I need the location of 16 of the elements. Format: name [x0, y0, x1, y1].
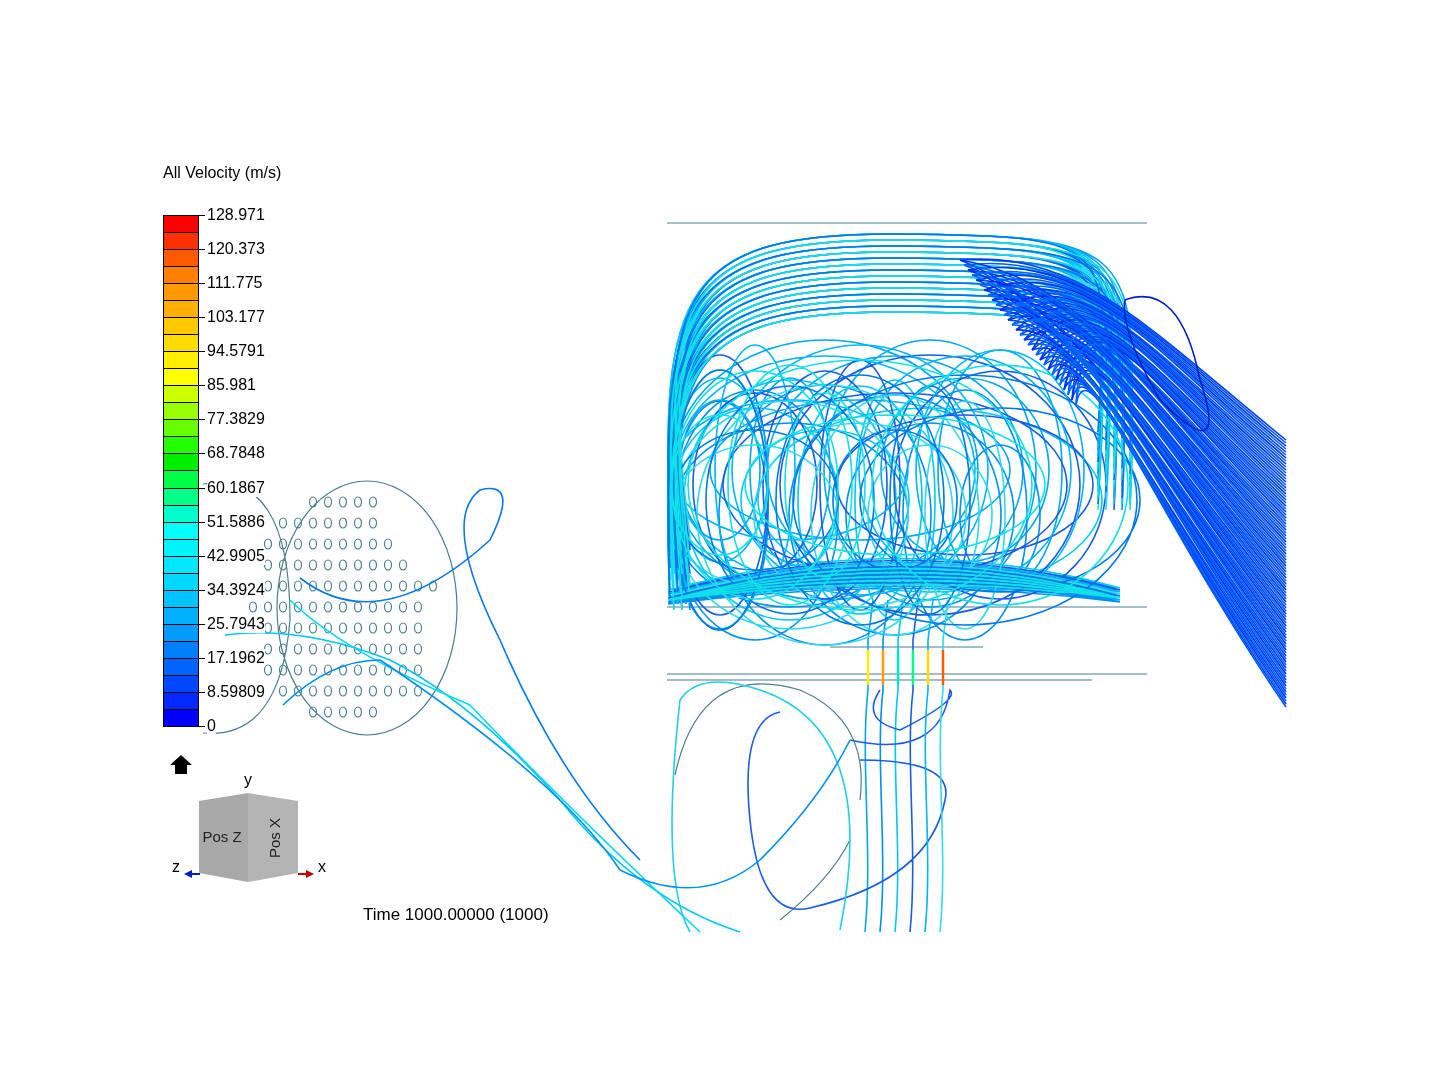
home-icon[interactable] [170, 755, 192, 774]
scale-value: 0 [207, 717, 216, 735]
axis-arrow-icon [184, 870, 200, 878]
cube-face-label: Pos X [266, 818, 283, 858]
time-label: Time 1000.00000 (1000) [363, 904, 549, 926]
scale-value: 60.1867 [207, 478, 265, 497]
scale-value: 17.1962 [207, 648, 265, 667]
cube-face-label: Pos Z [202, 828, 242, 845]
axis-label: x [318, 858, 326, 875]
legend-title: All Velocity (m/s) [163, 163, 282, 183]
scale-value: 42.9905 [207, 546, 265, 565]
axis-label: y [244, 771, 252, 788]
axis-label: z [172, 858, 180, 875]
scale-value: 25.7943 [207, 614, 265, 633]
view-cube-drawing[interactable] [199, 793, 298, 882]
axis-arrow-icon [298, 870, 314, 878]
